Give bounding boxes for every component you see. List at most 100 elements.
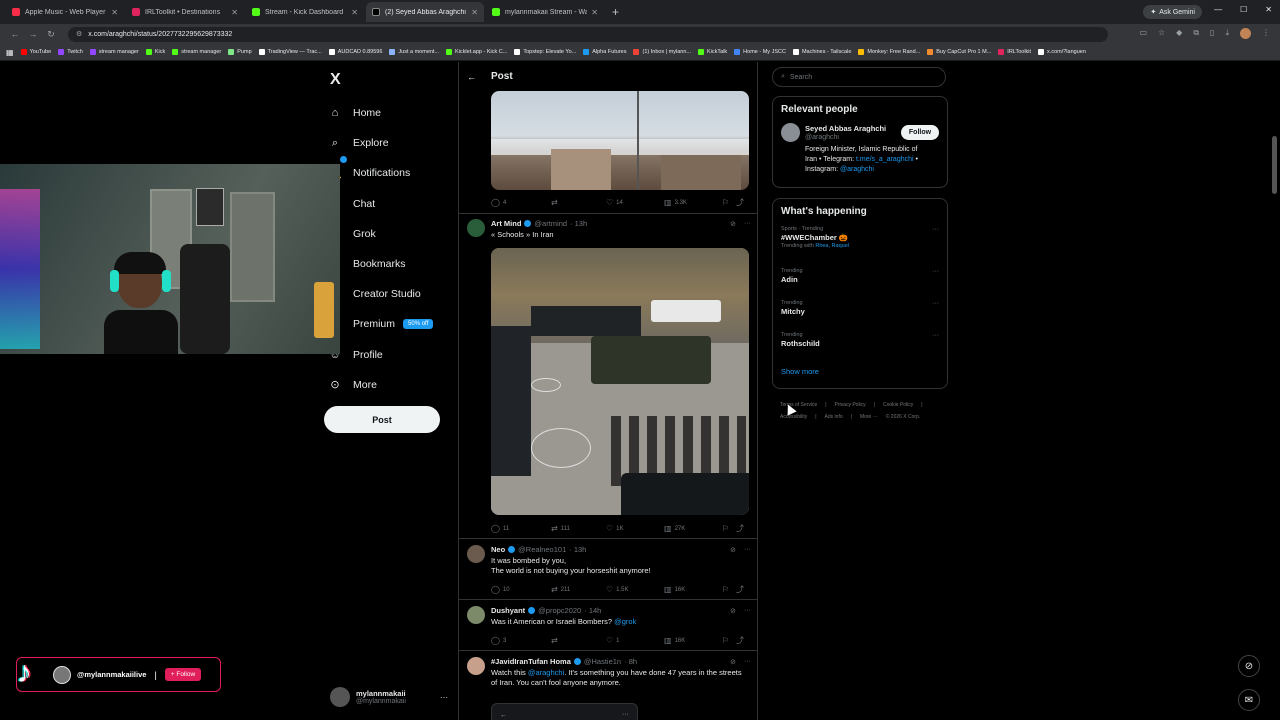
download-icon[interactable]: ⤓ [1225, 28, 1229, 39]
cookie-link[interactable]: Cookie Policy [883, 402, 913, 408]
tweet-image-city[interactable] [491, 91, 749, 190]
author-name[interactable]: Dushyant [491, 606, 525, 615]
bookmark-item[interactable]: TradingView — Trac... [258, 49, 322, 55]
mention-link[interactable]: @araghchi [528, 668, 564, 677]
sidebar-item-explore[interactable]: ⌕ Explore [328, 128, 433, 158]
bookmark-item[interactable]: Topstep: Elevate Yo... [514, 49, 576, 55]
share-button[interactable]: ⤴ [736, 197, 747, 208]
author-handle[interactable]: @Hastie1n [584, 657, 621, 666]
tab-close-icon[interactable]: ✕ [471, 8, 478, 17]
views-button[interactable]: ▥ 16K [664, 635, 722, 646]
show-more-link[interactable]: Show more [781, 367, 939, 376]
more-icon[interactable]: ··· [744, 658, 751, 665]
accessibility-link[interactable]: Accessibility [780, 414, 807, 420]
tab-close-icon[interactable]: ✕ [351, 8, 358, 17]
repost-button[interactable]: ⇄ [551, 197, 606, 208]
person-name[interactable]: Seyed Abbas Araghchi [805, 124, 886, 133]
apps-grid-icon[interactable]: ▦ [6, 48, 14, 57]
bookmark-item[interactable]: stream manager [89, 49, 139, 55]
bookmark-item[interactable]: Pump [228, 49, 252, 55]
url-field[interactable]: ⚙ x.com/araghchi/status/2027732295629873… [68, 26, 1108, 42]
avatar[interactable] [467, 545, 485, 563]
like-button[interactable]: ♡ 1 [606, 635, 664, 646]
carousel-prev-icon[interactable]: ← [500, 712, 507, 719]
footer-more-link[interactable]: More ··· [860, 414, 878, 420]
trend-item[interactable]: Trending Mitchy ··· [781, 300, 939, 332]
sidebar-item-creator-studio[interactable]: ▤Creator Studio [328, 279, 433, 309]
sidebar-item-notifications[interactable]: 🔔Notifications [328, 156, 433, 188]
author-handle[interactable]: @Realneo101 [518, 545, 566, 554]
bookmark-button[interactable]: ⚐ [722, 635, 736, 646]
menu-icon[interactable]: ⋮ [1262, 28, 1270, 39]
repost-button[interactable]: ⇄ [551, 635, 606, 646]
privacy-link[interactable]: Privacy Policy [835, 402, 866, 408]
bookmark-button[interactable]: ⚐ [722, 197, 736, 208]
views-button[interactable]: ▥ 16K [664, 584, 722, 595]
author-name[interactable]: Neo [491, 545, 505, 554]
trend-item[interactable]: Sports · Trending #WWEChamber 🎃 Trending… [781, 226, 939, 268]
back-arrow-icon[interactable]: ← [467, 72, 476, 82]
views-button[interactable]: ▥ 27K [664, 523, 722, 534]
bookmark-item[interactable]: AUDCAD 0.89596 [328, 49, 382, 55]
bookmark-button[interactable]: ⚐ [722, 523, 736, 534]
grok-fab-icon[interactable]: ⊘ [1238, 655, 1260, 677]
ads-info-link[interactable]: Ads info [825, 414, 843, 420]
post-time[interactable]: · 13h [570, 219, 587, 228]
sidebar-item-more[interactable]: ⊙ More [328, 370, 433, 400]
browser-tab[interactable]: IRLToolkit • Destinations ✕ [126, 2, 244, 22]
x-logo-icon[interactable]: X [330, 71, 341, 89]
browser-tab[interactable]: mylannmakaii Stream - Watch✕ [486, 2, 604, 22]
grok-icon[interactable]: ⊘ [730, 658, 736, 666]
scrollbar-thumb[interactable] [1272, 136, 1277, 194]
profile-avatar[interactable] [1240, 28, 1251, 39]
sidebar-item-profile[interactable]: ☺ Profile [328, 340, 433, 370]
like-button[interactable]: ♡ 1.5K [606, 584, 664, 595]
reload-icon[interactable]: ↻ [42, 29, 60, 40]
trend-more-icon[interactable]: ··· [932, 300, 939, 307]
post-time[interactable]: · 14h [584, 606, 601, 615]
messages-fab-icon[interactable]: ✉ [1238, 689, 1260, 711]
views-button[interactable]: ▥ 3.3K [664, 197, 722, 208]
tweet-image-schoolyard[interactable] [491, 248, 749, 515]
bookmark-button[interactable]: ⚐ [722, 584, 736, 595]
more-icon[interactable]: ··· [744, 220, 751, 227]
sidebar-item-premium[interactable]: XPremium50% off [328, 309, 434, 339]
repost-button[interactable]: ⇄ 111 [551, 523, 606, 534]
grok-icon[interactable]: ⊘ [730, 607, 736, 615]
bookmark-item[interactable]: (1) Inbox | mylann... [633, 49, 691, 55]
bookmark-item[interactable]: x.com/?languen [1038, 49, 1086, 55]
repost-button[interactable]: ⇄ 211 [551, 584, 606, 595]
close-window-icon[interactable]: ✕ [1265, 5, 1272, 14]
scrollbar[interactable] [1272, 68, 1277, 714]
share-button[interactable]: ⤴ [736, 635, 747, 646]
trend-more-icon[interactable]: ··· [932, 268, 939, 275]
trend-item[interactable]: Trending Rothschild ··· [781, 332, 939, 364]
grok-icon[interactable]: ⊘ [730, 546, 736, 554]
tab-close-icon[interactable]: ✕ [591, 8, 598, 17]
account-more-icon[interactable]: ··· [440, 693, 448, 702]
tweet-media-preview[interactable]: ← ··· [491, 703, 638, 720]
new-tab-button[interactable]: + [612, 5, 619, 19]
sidebar-item-chat[interactable]: ✉Chat [328, 189, 433, 219]
author-name[interactable]: #JavidIranTufan Homa [491, 657, 571, 666]
trend-more-icon[interactable]: ··· [932, 332, 939, 339]
grok-icon[interactable]: ⊘ [730, 220, 736, 228]
bookmark-item[interactable]: Buy CapCut Pro 1 M... [927, 49, 991, 55]
instagram-link[interactable]: @araghchi [840, 166, 874, 173]
share-button[interactable]: ⤴ [736, 584, 747, 595]
search-input[interactable]: ⌕ Search [772, 67, 946, 87]
back-arrow-icon[interactable]: ← [6, 29, 24, 39]
cast-icon[interactable]: ▭ [1139, 28, 1147, 39]
bookmark-item[interactable]: Kick [145, 49, 165, 55]
share-button[interactable]: ⤴ [736, 523, 747, 534]
author-name[interactable]: Art Mind [491, 219, 521, 228]
star-icon[interactable]: ☆ [1158, 28, 1165, 39]
minimize-icon[interactable]: — [1214, 5, 1222, 14]
bookmark-item[interactable]: Kicklet.app - Kick C... [446, 49, 507, 55]
bookmark-item[interactable]: Monkey: Free Rand... [858, 49, 920, 55]
person-avatar[interactable] [781, 123, 800, 142]
site-info-icon[interactable]: ⚙ [76, 30, 82, 38]
forward-arrow-icon[interactable]: → [24, 29, 42, 39]
relevant-person[interactable]: Seyed Abbas Araghchi @araghchi Follow Fo… [781, 123, 939, 183]
avatar[interactable] [467, 219, 485, 237]
